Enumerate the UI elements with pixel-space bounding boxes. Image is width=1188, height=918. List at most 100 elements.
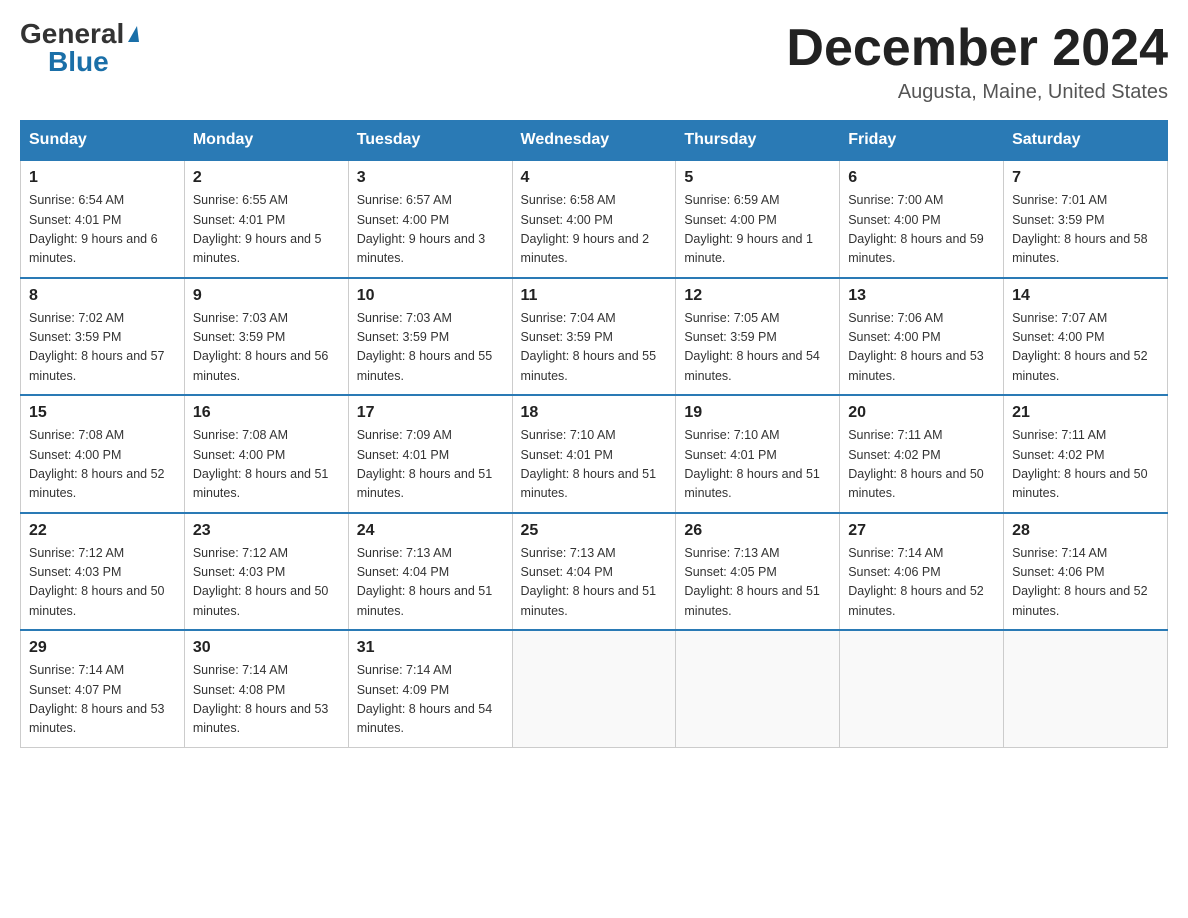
day-cell: 12 Sunrise: 7:05 AM Sunset: 3:59 PM Dayl…	[676, 278, 840, 396]
day-info: Sunrise: 7:11 AM Sunset: 4:02 PM Dayligh…	[848, 426, 995, 504]
day-number: 22	[29, 522, 176, 540]
day-info: Sunrise: 7:06 AM Sunset: 4:00 PM Dayligh…	[848, 309, 995, 387]
day-info: Sunrise: 7:10 AM Sunset: 4:01 PM Dayligh…	[684, 426, 831, 504]
header-saturday: Saturday	[1004, 121, 1168, 161]
day-info: Sunrise: 7:13 AM Sunset: 4:04 PM Dayligh…	[521, 544, 668, 622]
day-info: Sunrise: 7:11 AM Sunset: 4:02 PM Dayligh…	[1012, 426, 1159, 504]
header-monday: Monday	[184, 121, 348, 161]
day-info: Sunrise: 7:04 AM Sunset: 3:59 PM Dayligh…	[521, 309, 668, 387]
day-number: 2	[193, 169, 340, 187]
day-cell: 13 Sunrise: 7:06 AM Sunset: 4:00 PM Dayl…	[840, 278, 1004, 396]
logo-triangle-icon	[128, 26, 139, 42]
day-info: Sunrise: 6:54 AM Sunset: 4:01 PM Dayligh…	[29, 191, 176, 269]
day-info: Sunrise: 7:14 AM Sunset: 4:06 PM Dayligh…	[848, 544, 995, 622]
day-info: Sunrise: 6:58 AM Sunset: 4:00 PM Dayligh…	[521, 191, 668, 269]
day-cell: 28 Sunrise: 7:14 AM Sunset: 4:06 PM Dayl…	[1004, 513, 1168, 631]
header-wednesday: Wednesday	[512, 121, 676, 161]
day-cell	[840, 630, 1004, 747]
day-info: Sunrise: 7:14 AM Sunset: 4:08 PM Dayligh…	[193, 661, 340, 739]
day-info: Sunrise: 7:03 AM Sunset: 3:59 PM Dayligh…	[357, 309, 504, 387]
day-number: 31	[357, 639, 504, 657]
day-number: 27	[848, 522, 995, 540]
header-tuesday: Tuesday	[348, 121, 512, 161]
day-info: Sunrise: 7:01 AM Sunset: 3:59 PM Dayligh…	[1012, 191, 1159, 269]
day-cell: 6 Sunrise: 7:00 AM Sunset: 4:00 PM Dayli…	[840, 160, 1004, 278]
day-cell: 4 Sunrise: 6:58 AM Sunset: 4:00 PM Dayli…	[512, 160, 676, 278]
day-info: Sunrise: 7:03 AM Sunset: 3:59 PM Dayligh…	[193, 309, 340, 387]
day-info: Sunrise: 7:13 AM Sunset: 4:05 PM Dayligh…	[684, 544, 831, 622]
day-cell: 10 Sunrise: 7:03 AM Sunset: 3:59 PM Dayl…	[348, 278, 512, 396]
day-cell: 11 Sunrise: 7:04 AM Sunset: 3:59 PM Dayl…	[512, 278, 676, 396]
day-cell: 21 Sunrise: 7:11 AM Sunset: 4:02 PM Dayl…	[1004, 395, 1168, 513]
day-cell: 23 Sunrise: 7:12 AM Sunset: 4:03 PM Dayl…	[184, 513, 348, 631]
page-header: General Blue December 2024 Augusta, Main…	[20, 20, 1168, 104]
day-info: Sunrise: 7:07 AM Sunset: 4:00 PM Dayligh…	[1012, 309, 1159, 387]
day-number: 24	[357, 522, 504, 540]
day-info: Sunrise: 7:14 AM Sunset: 4:09 PM Dayligh…	[357, 661, 504, 739]
day-info: Sunrise: 7:05 AM Sunset: 3:59 PM Dayligh…	[684, 309, 831, 387]
day-info: Sunrise: 7:14 AM Sunset: 4:07 PM Dayligh…	[29, 661, 176, 739]
day-cell: 2 Sunrise: 6:55 AM Sunset: 4:01 PM Dayli…	[184, 160, 348, 278]
day-number: 20	[848, 404, 995, 422]
day-cell	[1004, 630, 1168, 747]
day-info: Sunrise: 7:09 AM Sunset: 4:01 PM Dayligh…	[357, 426, 504, 504]
day-number: 30	[193, 639, 340, 657]
day-info: Sunrise: 6:59 AM Sunset: 4:00 PM Dayligh…	[684, 191, 831, 269]
day-number: 5	[684, 169, 831, 187]
day-cell: 17 Sunrise: 7:09 AM Sunset: 4:01 PM Dayl…	[348, 395, 512, 513]
day-info: Sunrise: 7:14 AM Sunset: 4:06 PM Dayligh…	[1012, 544, 1159, 622]
day-cell: 20 Sunrise: 7:11 AM Sunset: 4:02 PM Dayl…	[840, 395, 1004, 513]
day-cell: 22 Sunrise: 7:12 AM Sunset: 4:03 PM Dayl…	[21, 513, 185, 631]
day-cell: 16 Sunrise: 7:08 AM Sunset: 4:00 PM Dayl…	[184, 395, 348, 513]
day-cell: 7 Sunrise: 7:01 AM Sunset: 3:59 PM Dayli…	[1004, 160, 1168, 278]
day-number: 18	[521, 404, 668, 422]
day-info: Sunrise: 7:12 AM Sunset: 4:03 PM Dayligh…	[193, 544, 340, 622]
day-number: 15	[29, 404, 176, 422]
week-row-3: 15 Sunrise: 7:08 AM Sunset: 4:00 PM Dayl…	[21, 395, 1168, 513]
day-number: 29	[29, 639, 176, 657]
logo-blue-text: Blue	[48, 48, 109, 76]
week-row-1: 1 Sunrise: 6:54 AM Sunset: 4:01 PM Dayli…	[21, 160, 1168, 278]
day-number: 11	[521, 287, 668, 305]
day-cell: 5 Sunrise: 6:59 AM Sunset: 4:00 PM Dayli…	[676, 160, 840, 278]
title-block: December 2024 Augusta, Maine, United Sta…	[786, 20, 1168, 104]
day-cell: 31 Sunrise: 7:14 AM Sunset: 4:09 PM Dayl…	[348, 630, 512, 747]
day-number: 9	[193, 287, 340, 305]
day-cell: 24 Sunrise: 7:13 AM Sunset: 4:04 PM Dayl…	[348, 513, 512, 631]
day-number: 26	[684, 522, 831, 540]
day-info: Sunrise: 7:02 AM Sunset: 3:59 PM Dayligh…	[29, 309, 176, 387]
logo: General Blue	[20, 20, 139, 76]
day-number: 3	[357, 169, 504, 187]
day-number: 7	[1012, 169, 1159, 187]
day-cell	[676, 630, 840, 747]
day-number: 16	[193, 404, 340, 422]
logo-general-text: General	[20, 20, 139, 48]
day-cell: 14 Sunrise: 7:07 AM Sunset: 4:00 PM Dayl…	[1004, 278, 1168, 396]
day-cell: 18 Sunrise: 7:10 AM Sunset: 4:01 PM Dayl…	[512, 395, 676, 513]
day-cell: 27 Sunrise: 7:14 AM Sunset: 4:06 PM Dayl…	[840, 513, 1004, 631]
day-cell: 1 Sunrise: 6:54 AM Sunset: 4:01 PM Dayli…	[21, 160, 185, 278]
calendar-header-row: Sunday Monday Tuesday Wednesday Thursday…	[21, 121, 1168, 161]
day-number: 25	[521, 522, 668, 540]
day-cell: 25 Sunrise: 7:13 AM Sunset: 4:04 PM Dayl…	[512, 513, 676, 631]
day-number: 1	[29, 169, 176, 187]
day-cell: 29 Sunrise: 7:14 AM Sunset: 4:07 PM Dayl…	[21, 630, 185, 747]
day-number: 6	[848, 169, 995, 187]
week-row-4: 22 Sunrise: 7:12 AM Sunset: 4:03 PM Dayl…	[21, 513, 1168, 631]
day-info: Sunrise: 7:12 AM Sunset: 4:03 PM Dayligh…	[29, 544, 176, 622]
day-number: 8	[29, 287, 176, 305]
day-number: 19	[684, 404, 831, 422]
day-info: Sunrise: 6:57 AM Sunset: 4:00 PM Dayligh…	[357, 191, 504, 269]
calendar-subtitle: Augusta, Maine, United States	[786, 81, 1168, 104]
day-info: Sunrise: 7:08 AM Sunset: 4:00 PM Dayligh…	[29, 426, 176, 504]
header-friday: Friday	[840, 121, 1004, 161]
day-number: 12	[684, 287, 831, 305]
day-number: 17	[357, 404, 504, 422]
day-number: 21	[1012, 404, 1159, 422]
calendar-table: Sunday Monday Tuesday Wednesday Thursday…	[20, 120, 1168, 748]
day-cell: 8 Sunrise: 7:02 AM Sunset: 3:59 PM Dayli…	[21, 278, 185, 396]
week-row-5: 29 Sunrise: 7:14 AM Sunset: 4:07 PM Dayl…	[21, 630, 1168, 747]
day-cell: 26 Sunrise: 7:13 AM Sunset: 4:05 PM Dayl…	[676, 513, 840, 631]
header-sunday: Sunday	[21, 121, 185, 161]
day-number: 28	[1012, 522, 1159, 540]
